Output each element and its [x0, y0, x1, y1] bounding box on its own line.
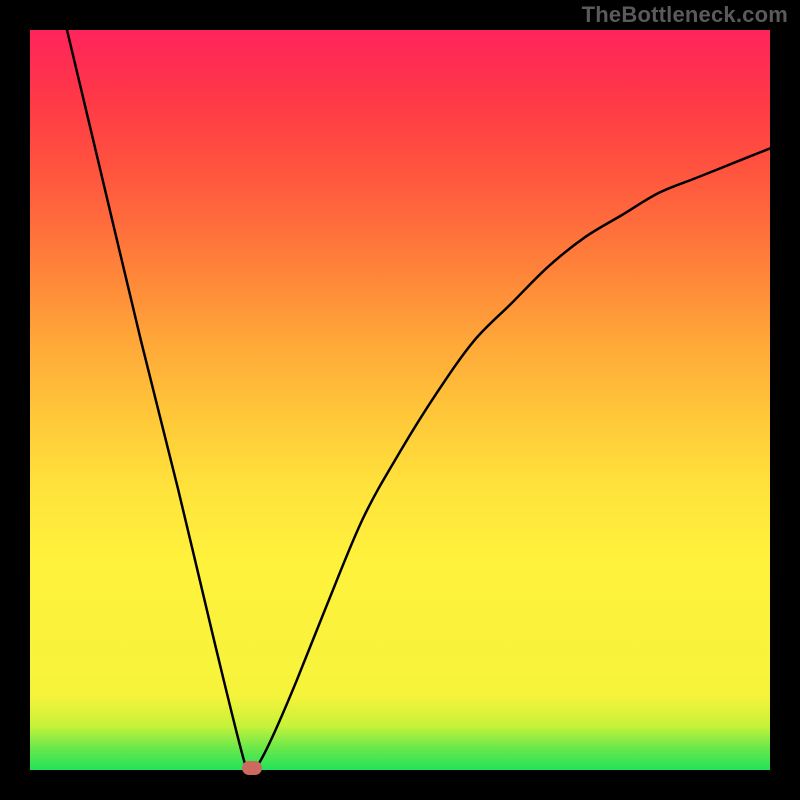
chart-frame: TheBottleneck.com: [0, 0, 800, 800]
watermark-text: TheBottleneck.com: [582, 2, 788, 28]
curve-svg: [30, 30, 770, 770]
minimum-marker: [242, 761, 262, 775]
bottleneck-curve: [67, 30, 770, 770]
